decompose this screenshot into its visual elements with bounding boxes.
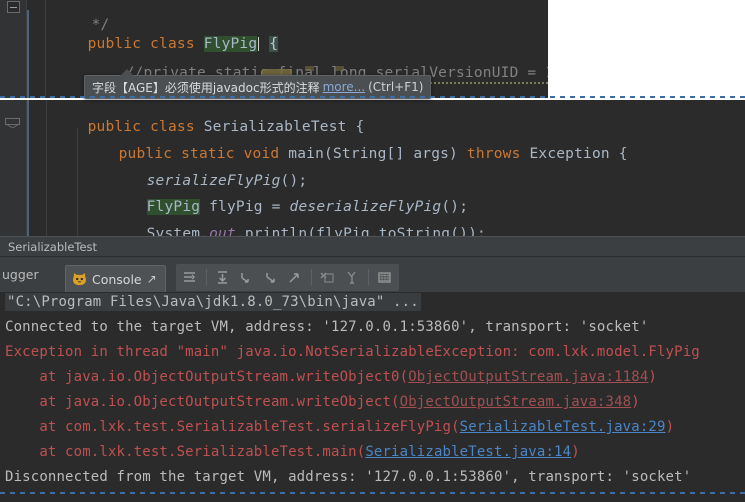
toolbar-separator-1 bbox=[205, 269, 207, 286]
console-line-disconnected: Disconnected from the target VM, address… bbox=[5, 469, 691, 485]
breadcrumb-label: SerializableTest bbox=[8, 239, 98, 254]
screenshot-root: */ public class FlyPig { //private stati… bbox=[0, 0, 745, 502]
main-code-editor[interactable]: public class SerializableTest { public s… bbox=[0, 100, 745, 236]
console-output[interactable]: "C:\Program Files\Java\jdk1.8.0_73\bin\j… bbox=[0, 292, 745, 495]
cat-icon bbox=[73, 272, 86, 285]
method-params: (String[] args) bbox=[324, 146, 458, 162]
console-stacktrace-link[interactable]: SerializableTest.java:14 bbox=[365, 444, 571, 460]
type-exception: Exception bbox=[529, 146, 610, 162]
step-up-right-icon[interactable] bbox=[284, 267, 306, 289]
tooltip-message: 字段【AGE】必须使用javadoc形式的注释 bbox=[92, 80, 320, 95]
keyword-throws: throws bbox=[466, 146, 521, 162]
console-text: ) bbox=[648, 369, 658, 385]
toolbar-separator-2 bbox=[310, 269, 312, 286]
tab-debugger-label: ugger bbox=[2, 267, 39, 282]
console-line-stack2: at java.io.ObjectOutputStream.writeObjec… bbox=[5, 394, 640, 410]
soft-wrap-icon[interactable] bbox=[179, 267, 201, 289]
fold-expand-icon[interactable] bbox=[5, 118, 20, 128]
console-text: ) bbox=[631, 394, 640, 410]
console-toolbar: ugger Console ↗ bbox=[0, 257, 745, 293]
tab-console-label: Console bbox=[92, 271, 142, 287]
console-action-buttons bbox=[175, 264, 399, 291]
console-line-cmdline: "C:\Program Files\Java\jdk1.8.0_73\bin\j… bbox=[5, 293, 421, 311]
console-stacktrace-link[interactable]: ObjectOutputStream.java:348 bbox=[400, 394, 632, 410]
main-editor-change-marker bbox=[27, 100, 29, 236]
tooltip-shortcut: (Ctrl+F1) bbox=[368, 80, 424, 94]
console-text: Connected to the target VM, address: '12… bbox=[5, 319, 649, 335]
popup-editor-gutter[interactable] bbox=[0, 0, 27, 98]
console-line-stack3: at com.lxk.test.SerializableTest.seriali… bbox=[5, 419, 674, 435]
scroll-to-end-icon[interactable] bbox=[212, 267, 234, 289]
selection-dashed-border-top bbox=[0, 96, 745, 98]
console-stacktrace-link[interactable]: SerializableTest.java:29 bbox=[460, 419, 666, 435]
inspection-mark-b bbox=[335, 66, 344, 71]
toolbar-separator-3 bbox=[367, 269, 369, 286]
console-bottom-filler bbox=[0, 494, 745, 502]
tab-debugger[interactable]: ugger bbox=[0, 267, 57, 282]
console-text: "C:\Program Files\Java\jdk1.8.0_73\bin\j… bbox=[5, 293, 421, 311]
console-text: ) bbox=[665, 419, 675, 435]
console-line-connected: Connected to the target VM, address: '12… bbox=[5, 319, 648, 335]
code-line-println: System.out.println(flyPig.toString()); bbox=[93, 210, 486, 236]
console-text: at java.io.ObjectOutputStream.writeObjec… bbox=[5, 369, 409, 385]
console-line-stack1: at java.io.ObjectOutputStream.writeObjec… bbox=[5, 369, 657, 385]
object-system: System. bbox=[146, 226, 210, 236]
tooltip-more-link[interactable]: more... bbox=[323, 80, 366, 94]
inspection-mark-a bbox=[305, 66, 314, 71]
clear-all-icon[interactable] bbox=[317, 267, 339, 289]
step-down-right-icon[interactable] bbox=[260, 267, 282, 289]
tab-console[interactable]: Console ↗ bbox=[65, 264, 166, 293]
popup-editor-change-marker bbox=[27, 10, 29, 98]
field-out: out bbox=[209, 226, 236, 236]
fold-collapse-icon[interactable] bbox=[7, 1, 20, 13]
print-icon[interactable] bbox=[374, 267, 396, 289]
breadcrumb[interactable]: SerializableTest bbox=[0, 236, 745, 257]
console-line-stack4: at com.lxk.test.SerializableTest.main(Se… bbox=[5, 444, 580, 460]
pin-icon[interactable]: ↗ bbox=[147, 273, 157, 285]
console-text: at com.lxk.test.SerializableTest.seriali… bbox=[5, 419, 460, 435]
console-text: Disconnected from the target VM, address… bbox=[5, 469, 692, 485]
selection-dashed-border-bottom bbox=[0, 492, 745, 494]
kill-process-icon[interactable] bbox=[341, 267, 363, 289]
console-line-exception: Exception in thread "main" java.io.NotSe… bbox=[5, 344, 700, 360]
console-stacktrace-link[interactable]: ObjectOutputStream.java:1184 bbox=[408, 369, 648, 385]
console-text: at java.io.ObjectOutputStream.writeObjec… bbox=[5, 394, 400, 410]
console-text: at com.lxk.test.SerializableTest.main( bbox=[5, 444, 366, 460]
step-down-icon[interactable] bbox=[236, 267, 258, 289]
open-brace-2: { bbox=[618, 146, 628, 162]
console-text: ) bbox=[571, 444, 580, 460]
tooltip-arrow bbox=[120, 69, 134, 76]
call-println: .println(flyPig.toString()); bbox=[235, 226, 486, 236]
console-text: Exception in thread "main" java.io.NotSe… bbox=[5, 344, 700, 360]
